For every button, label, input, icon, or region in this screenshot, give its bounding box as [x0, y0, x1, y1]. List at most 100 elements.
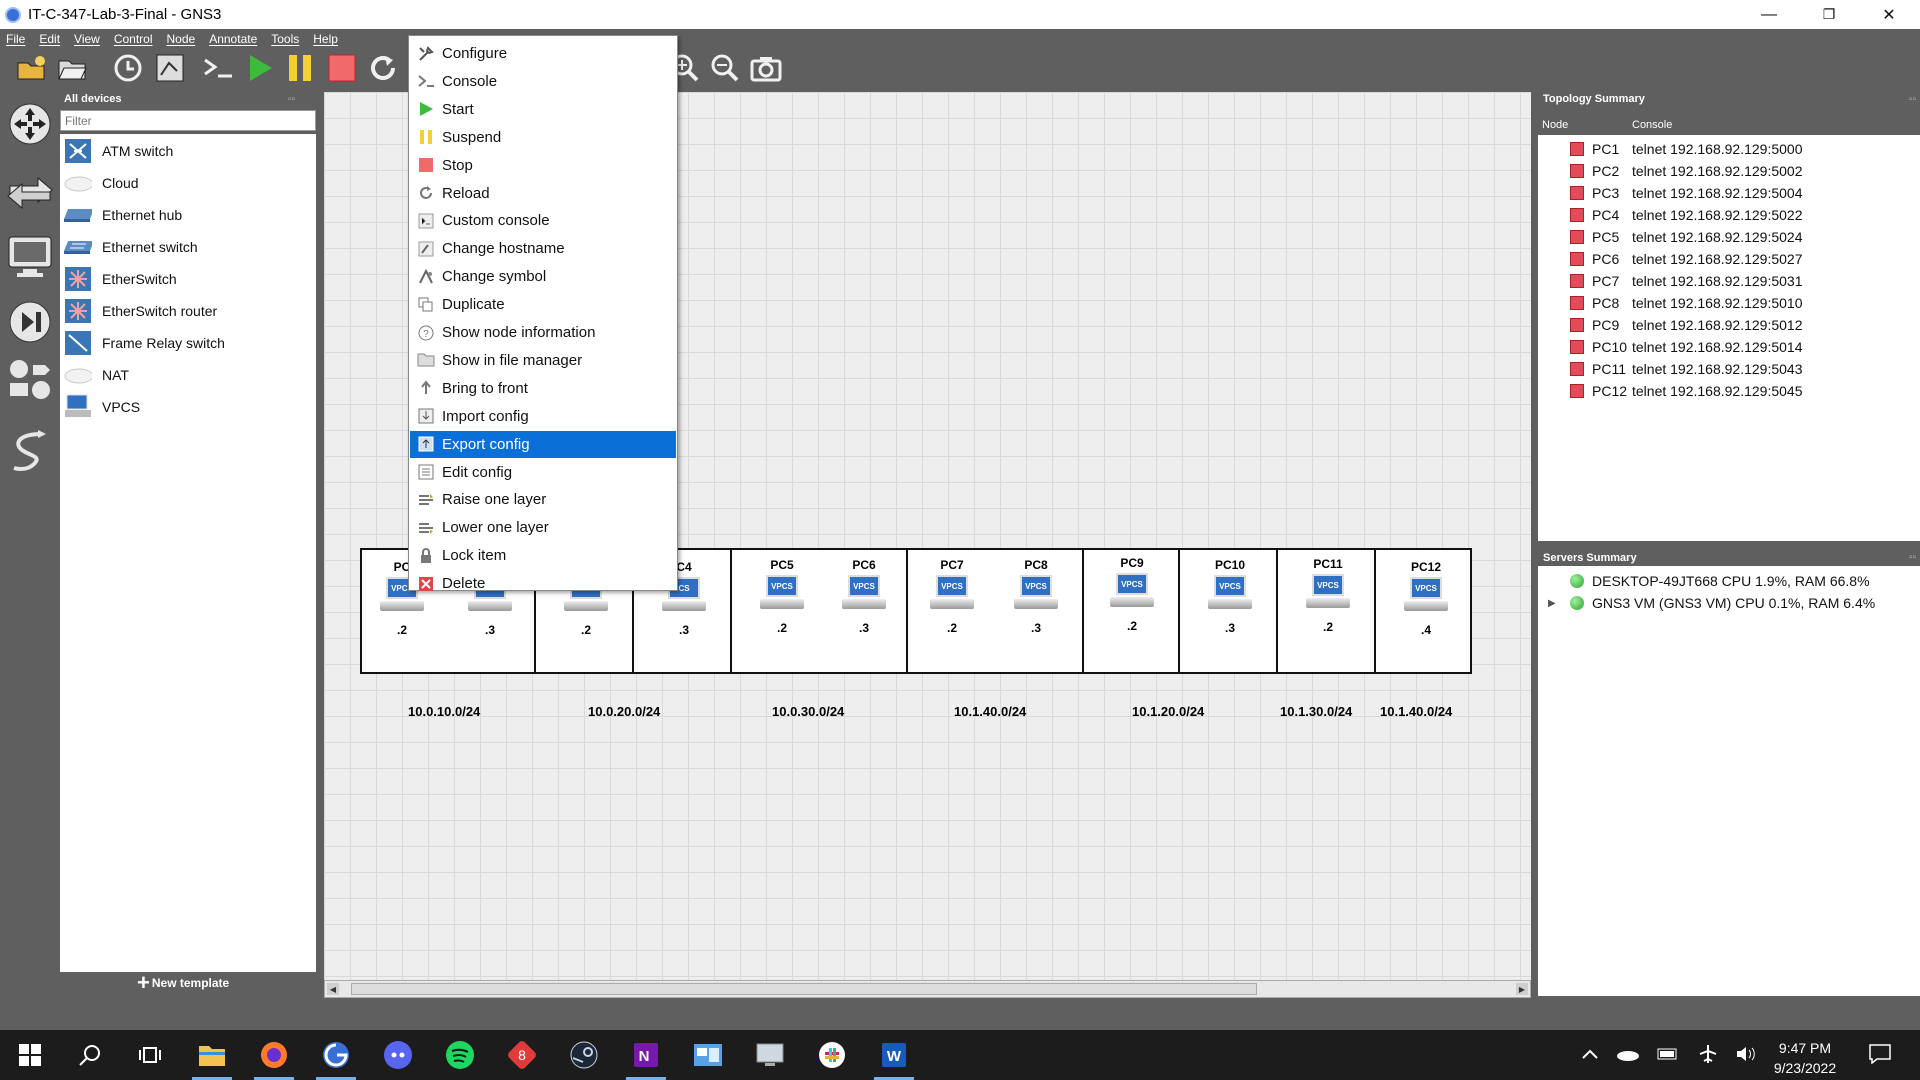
pc-node[interactable]: PC7 VPCS .2: [922, 558, 982, 668]
device-etherswitch-router[interactable]: EtherSwitch router: [64, 297, 217, 325]
column-console[interactable]: Console: [1632, 119, 1672, 131]
menu-item-raise-one-layer[interactable]: Raise one layer: [410, 486, 676, 513]
taskbar-clock[interactable]: 9:47 PM 9/23/2022: [1762, 1038, 1848, 1078]
browse-end-devices-icon[interactable]: [6, 233, 54, 281]
server-row[interactable]: ▶ GNS3 VM (GNS3 VM) CPU 0.1%, RAM 6.4%: [1538, 592, 1875, 614]
volume-icon[interactable]: [1734, 1042, 1758, 1066]
windows-start-icon[interactable]: [6, 1035, 54, 1075]
menu-item-import-config[interactable]: Import config: [410, 403, 676, 430]
menu-item-duplicate[interactable]: Duplicate: [410, 291, 676, 318]
menu-annotate[interactable]: Annotate: [209, 32, 257, 46]
expand-arrow-icon[interactable]: ▶: [1548, 598, 1556, 609]
device-etherswitch[interactable]: EtherSwitch: [64, 265, 177, 293]
restore-button[interactable]: ❐: [1806, 0, 1852, 29]
pc-node[interactable]: PC11 VPCS .2: [1298, 557, 1358, 667]
pc-node[interactable]: PC10 VPCS .3: [1200, 558, 1260, 668]
device-atm-switch[interactable]: ATM switch: [64, 137, 173, 165]
menu-item-delete[interactable]: Delete: [410, 570, 676, 597]
menu-item-reload[interactable]: Reload: [410, 180, 676, 207]
menu-node[interactable]: Node: [167, 32, 196, 46]
column-node[interactable]: Node: [1542, 119, 1568, 131]
snapshot-icon[interactable]: [111, 51, 145, 85]
battery-icon[interactable]: [1656, 1042, 1680, 1066]
stop-all-icon[interactable]: [325, 51, 359, 85]
slack-icon[interactable]: [808, 1035, 856, 1075]
control-panel-icon[interactable]: [684, 1035, 732, 1075]
minimize-button[interactable]: —: [1746, 0, 1792, 29]
menu-item-export-config[interactable]: Export config: [410, 430, 676, 458]
airplane-mode-icon[interactable]: [1696, 1042, 1720, 1066]
scroll-left-arrow-icon[interactable]: ◀: [327, 983, 339, 995]
menu-item-edit-config[interactable]: Edit config: [410, 459, 676, 486]
tray-chevron-up-icon[interactable]: [1578, 1042, 1602, 1066]
topology-row[interactable]: PC6 telnet 192.168.92.129:5027: [1538, 248, 1803, 270]
device-ethernet-switch[interactable]: Ethernet switch: [64, 233, 198, 261]
menu-item-show-node-information[interactable]: ? Show node information: [410, 319, 676, 346]
pc-node[interactable]: PC5 VPCS .2: [752, 558, 812, 668]
panel-float-icon[interactable]: ▫▫: [1909, 552, 1916, 563]
scroll-right-arrow-icon[interactable]: ▶: [1516, 983, 1528, 995]
panel-float-icon[interactable]: ▫▫: [1909, 94, 1916, 105]
canvas-horizontal-scrollbar[interactable]: ◀ ▶: [324, 980, 1531, 998]
menu-item-change-hostname[interactable]: Change hostname: [410, 235, 676, 262]
suspend-all-icon[interactable]: [283, 51, 317, 85]
file-explorer-icon[interactable]: [188, 1035, 236, 1080]
menu-item-start[interactable]: Start: [410, 96, 676, 123]
zoom-out-icon[interactable]: [708, 51, 742, 85]
menu-control[interactable]: Control: [114, 32, 153, 46]
word-icon[interactable]: W: [870, 1035, 918, 1080]
spotify-icon[interactable]: [436, 1035, 484, 1075]
git-icon[interactable]: 8: [498, 1035, 546, 1075]
steam-icon[interactable]: [560, 1035, 608, 1075]
menu-view[interactable]: View: [74, 32, 100, 46]
screenshot-icon[interactable]: [749, 51, 783, 85]
topology-row[interactable]: PC12 telnet 192.168.92.129:5045: [1538, 380, 1803, 402]
pc-node[interactable]: PC12 VPCS .4: [1396, 560, 1456, 670]
onenote-icon[interactable]: N: [622, 1035, 670, 1080]
browse-all-devices-icon[interactable]: [6, 356, 54, 404]
remote-desktop-icon[interactable]: [746, 1035, 794, 1075]
menu-item-change-symbol[interactable]: Change symbol: [410, 263, 676, 290]
firefox-icon[interactable]: [250, 1035, 298, 1080]
menu-item-show-in-file-manager[interactable]: Show in file manager: [410, 347, 676, 374]
topology-row[interactable]: PC9 telnet 192.168.92.129:5012: [1538, 314, 1803, 336]
topology-row[interactable]: PC8 telnet 192.168.92.129:5010: [1538, 292, 1803, 314]
topology-row[interactable]: PC4 telnet 192.168.92.129:5022: [1538, 204, 1803, 226]
panel-float-icon[interactable]: ▫▫: [288, 94, 295, 105]
topology-row[interactable]: PC2 telnet 192.168.92.129:5002: [1538, 160, 1803, 182]
browse-switches-icon[interactable]: [6, 168, 54, 216]
topology-row[interactable]: PC1 telnet 192.168.92.129:5000: [1538, 138, 1803, 160]
menu-item-custom-console[interactable]: Custom console: [410, 207, 676, 234]
menu-item-lower-one-layer[interactable]: Lower one layer: [410, 514, 676, 541]
pc-node[interactable]: PC6 VPCS .3: [834, 558, 894, 668]
device-vpcs[interactable]: VPCS: [64, 393, 140, 421]
topology-row[interactable]: PC7 telnet 192.168.92.129:5031: [1538, 270, 1803, 292]
open-project-icon[interactable]: [55, 51, 89, 85]
start-all-icon[interactable]: [243, 51, 277, 85]
onedrive-icon[interactable]: [1616, 1042, 1640, 1066]
server-row[interactable]: DESKTOP-49JT668 CPU 1.9%, RAM 66.8%: [1538, 570, 1870, 592]
add-link-icon[interactable]: [6, 426, 54, 474]
menu-item-suspend[interactable]: Suspend: [410, 124, 676, 151]
browse-security-devices-icon[interactable]: [6, 298, 54, 346]
pc-node[interactable]: PC9 VPCS .2: [1102, 556, 1162, 666]
discord-icon[interactable]: [374, 1035, 422, 1075]
device-frame-relay-switch[interactable]: Frame Relay switch: [64, 329, 225, 357]
menu-item-configure[interactable]: Configure: [410, 40, 676, 67]
menu-edit[interactable]: Edit: [39, 32, 60, 46]
device-filter-input[interactable]: [60, 110, 316, 131]
topology-row[interactable]: PC10 telnet 192.168.92.129:5014: [1538, 336, 1803, 358]
topology-row[interactable]: PC11 telnet 192.168.92.129:5043: [1538, 358, 1803, 380]
new-template-button[interactable]: + New template: [137, 972, 229, 994]
device-cloud[interactable]: Cloud: [64, 169, 139, 197]
menu-item-bring-to-front[interactable]: Bring to front: [410, 375, 676, 402]
task-view-icon[interactable]: [126, 1035, 174, 1075]
device-nat[interactable]: NAT: [64, 361, 129, 389]
console-all-icon[interactable]: [201, 51, 235, 85]
menu-item-console[interactable]: Console: [410, 68, 676, 95]
topology-row[interactable]: PC3 telnet 192.168.92.129:5004: [1538, 182, 1803, 204]
browse-routers-icon[interactable]: [6, 100, 54, 148]
menu-help[interactable]: Help: [313, 32, 338, 46]
reload-all-icon[interactable]: [366, 51, 400, 85]
new-project-icon[interactable]: [14, 51, 48, 85]
